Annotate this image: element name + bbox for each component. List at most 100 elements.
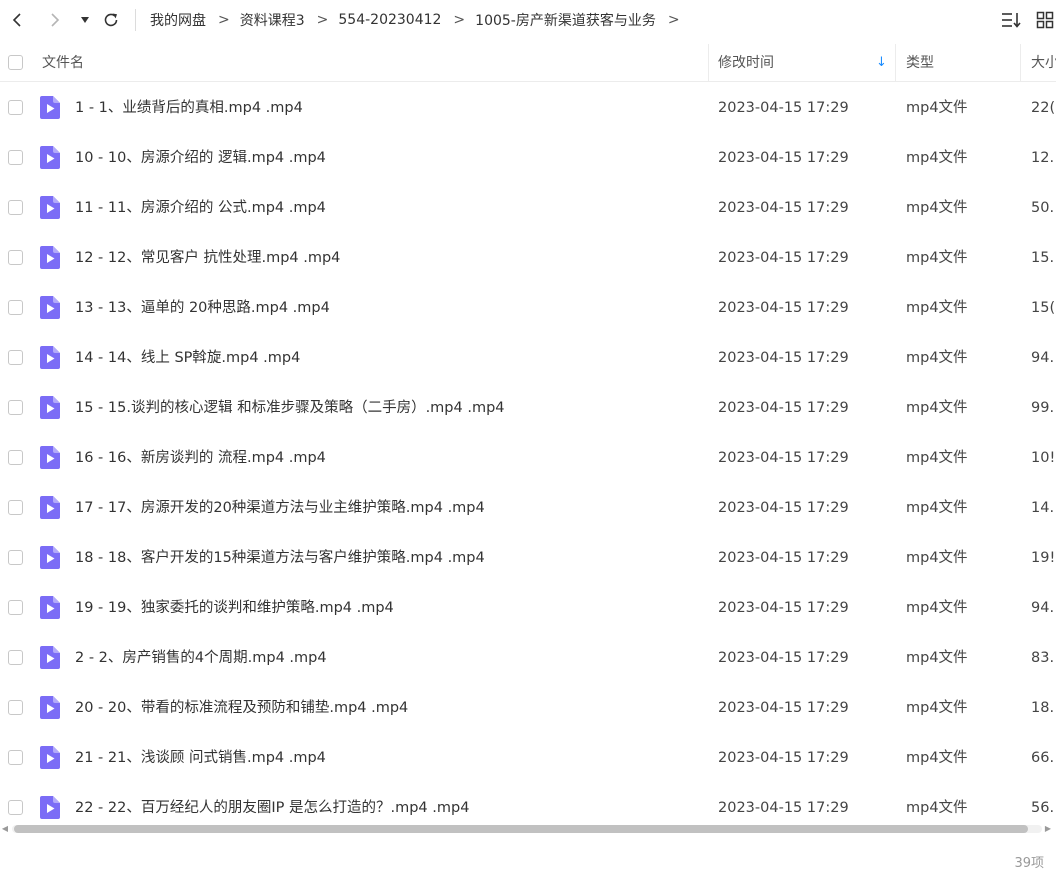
- file-type: mp4文件: [906, 650, 968, 666]
- table-row[interactable]: 11 - 11、房源介绍的 公式.mp4 .mp4 2023-04-15 17:2…: [0, 183, 1056, 233]
- file-modified-time: 2023-04-15 17:29: [718, 800, 849, 816]
- row-checkbox[interactable]: [8, 600, 23, 615]
- file-name[interactable]: 19 - 19、独家委托的谈判和维护策略.mp4 .mp4: [75, 583, 695, 633]
- table-row[interactable]: 14 - 14、线上 SP斡旋.mp4 .mp4 2023-04-15 17:29…: [0, 333, 1056, 383]
- header-name[interactable]: 文件名: [42, 44, 84, 82]
- breadcrumb-item-batch[interactable]: 554-20230412: [338, 12, 441, 28]
- table-row[interactable]: 10 - 10、房源介绍的 逻辑.mp4 .mp4 2023-04-15 17:2…: [0, 133, 1056, 183]
- file-name[interactable]: 15 - 15.谈判的核心逻辑 和标准步骤及策略（二手房）.mp4 .mp4: [75, 383, 695, 433]
- file-name[interactable]: 2 - 2、房产销售的4个周期.mp4 .mp4: [75, 633, 695, 683]
- breadcrumb: 我的网盘 > 资料课程3 > 554-20230412 > 1005-房产新渠道…: [150, 0, 690, 40]
- breadcrumb-item-root[interactable]: 我的网盘: [150, 10, 206, 30]
- back-button[interactable]: [5, 8, 29, 32]
- file-modified-time: 2023-04-15 17:29: [718, 200, 849, 216]
- file-type: mp4文件: [906, 400, 968, 416]
- file-type: mp4文件: [906, 700, 968, 716]
- file-type: mp4文件: [906, 500, 968, 516]
- grid-view-button[interactable]: [1034, 9, 1056, 31]
- scroll-right-arrow-icon[interactable]: ▶: [1044, 824, 1052, 834]
- file-name[interactable]: 21 - 21、浅谈顾 问式销售.mp4 .mp4: [75, 733, 695, 783]
- breadcrumb-item-current[interactable]: 1005-房产新渠道获客与业务: [475, 10, 656, 30]
- table-row[interactable]: 13 - 13、逼单的 20种思路.mp4 .mp4 2023-04-15 17:…: [0, 283, 1056, 333]
- forward-button[interactable]: [43, 8, 67, 32]
- table-row[interactable]: 2 - 2、房产销售的4个周期.mp4 .mp4 2023-04-15 17:29…: [0, 633, 1056, 683]
- scrollbar-thumb[interactable]: [14, 825, 1028, 833]
- item-count: 39项: [1014, 856, 1044, 871]
- file-name[interactable]: 10 - 10、房源介绍的 逻辑.mp4 .mp4: [75, 133, 695, 183]
- scroll-left-arrow-icon[interactable]: ◀: [1, 824, 9, 834]
- sort-list-icon: [1002, 13, 1021, 28]
- video-file-icon: [40, 296, 60, 319]
- table-row[interactable]: 1 - 1、业绩背后的真相.mp4 .mp4 2023-04-15 17:29 mp…: [0, 83, 1056, 133]
- row-checkbox[interactable]: [8, 700, 23, 715]
- chevron-left-icon: [12, 13, 21, 27]
- file-modified-time: 2023-04-15 17:29: [718, 400, 849, 416]
- table-row[interactable]: 12 - 12、常见客户 抗性处理.mp4 .mp4 2023-04-15 17:…: [0, 233, 1056, 283]
- table-row[interactable]: 16 - 16、新房谈判的 流程.mp4 .mp4 2023-04-15 17:2…: [0, 433, 1056, 483]
- breadcrumb-item-course[interactable]: 资料课程3: [240, 10, 305, 30]
- sort-desc-arrow-icon: ↓: [876, 55, 887, 70]
- video-file-icon: [40, 696, 60, 719]
- row-checkbox[interactable]: [8, 500, 23, 515]
- column-divider[interactable]: [1020, 44, 1021, 82]
- file-name[interactable]: 16 - 16、新房谈判的 流程.mp4 .mp4: [75, 433, 695, 483]
- video-file-icon: [40, 196, 60, 219]
- table-row[interactable]: 17 - 17、房源开发的20种渠道方法与业主维护策略.mp4 .mp4 2023…: [0, 483, 1056, 533]
- column-divider[interactable]: [895, 44, 896, 82]
- sort-button[interactable]: [1000, 9, 1022, 31]
- file-type: mp4文件: [906, 450, 968, 466]
- header-size[interactable]: 大小: [1031, 44, 1056, 82]
- file-name[interactable]: 13 - 13、逼单的 20种思路.mp4 .mp4: [75, 283, 695, 333]
- file-modified-time: 2023-04-15 17:29: [718, 550, 849, 566]
- header-modified[interactable]: 修改时间: [718, 44, 774, 82]
- video-file-icon: [40, 746, 60, 769]
- file-size: 10!: [1031, 450, 1056, 466]
- file-name[interactable]: 12 - 12、常见客户 抗性处理.mp4 .mp4: [75, 233, 695, 283]
- history-dropdown-button[interactable]: [73, 8, 97, 32]
- row-checkbox[interactable]: [8, 400, 23, 415]
- file-size: 15(: [1031, 300, 1056, 316]
- row-checkbox[interactable]: [8, 200, 23, 215]
- refresh-button[interactable]: [99, 8, 123, 32]
- table-row[interactable]: 21 - 21、浅谈顾 问式销售.mp4 .mp4 2023-04-15 17:2…: [0, 733, 1056, 783]
- refresh-icon: [104, 13, 118, 27]
- table-row[interactable]: 19 - 19、独家委托的谈判和维护策略.mp4 .mp4 2023-04-15 …: [0, 583, 1056, 633]
- file-name[interactable]: 1 - 1、业绩背后的真相.mp4 .mp4: [75, 83, 695, 133]
- row-checkbox[interactable]: [8, 450, 23, 465]
- file-size: 19!: [1031, 550, 1056, 566]
- row-checkbox[interactable]: [8, 150, 23, 165]
- table-row[interactable]: 18 - 18、客户开发的15种渠道方法与客户维护策略.mp4 .mp4 2023…: [0, 533, 1056, 583]
- row-checkbox[interactable]: [8, 100, 23, 115]
- horizontal-scrollbar[interactable]: ◀ ▶: [0, 822, 1056, 836]
- file-size: 66.: [1031, 750, 1055, 766]
- video-file-icon: [40, 146, 60, 169]
- header-type[interactable]: 类型: [906, 44, 934, 82]
- row-checkbox[interactable]: [8, 250, 23, 265]
- file-name[interactable]: 17 - 17、房源开发的20种渠道方法与业主维护策略.mp4 .mp4: [75, 483, 695, 533]
- table-row[interactable]: 20 - 20、带看的标准流程及预防和铺垫.mp4 .mp4 2023-04-15…: [0, 683, 1056, 733]
- file-name[interactable]: 20 - 20、带看的标准流程及预防和铺垫.mp4 .mp4: [75, 683, 695, 733]
- file-type: mp4文件: [906, 200, 968, 216]
- row-checkbox[interactable]: [8, 300, 23, 315]
- file-type: mp4文件: [906, 100, 968, 116]
- table-row[interactable]: 22 - 22、百万经纪人的朋友圈IP 是怎么打造的？.mp4 .mp4 2023…: [0, 783, 1056, 823]
- row-checkbox[interactable]: [8, 350, 23, 365]
- row-checkbox[interactable]: [8, 750, 23, 765]
- row-checkbox[interactable]: [8, 550, 23, 565]
- file-name[interactable]: 22 - 22、百万经纪人的朋友圈IP 是怎么打造的？.mp4 .mp4: [75, 783, 695, 823]
- file-size: 56.: [1031, 800, 1055, 816]
- row-checkbox[interactable]: [8, 650, 23, 665]
- select-all-checkbox[interactable]: [8, 55, 23, 70]
- table-row[interactable]: 15 - 15.谈判的核心逻辑 和标准步骤及策略（二手房）.mp4 .mp4 20…: [0, 383, 1056, 433]
- file-type: mp4文件: [906, 600, 968, 616]
- file-modified-time: 2023-04-15 17:29: [718, 500, 849, 516]
- breadcrumb-separator: >: [218, 12, 230, 28]
- file-modified-time: 2023-04-15 17:29: [718, 150, 849, 166]
- file-name[interactable]: 14 - 14、线上 SP斡旋.mp4 .mp4: [75, 333, 695, 383]
- column-divider[interactable]: [708, 44, 709, 82]
- file-name[interactable]: 11 - 11、房源介绍的 公式.mp4 .mp4: [75, 183, 695, 233]
- file-name[interactable]: 18 - 18、客户开发的15种渠道方法与客户维护策略.mp4 .mp4: [75, 533, 695, 583]
- file-modified-time: 2023-04-15 17:29: [718, 750, 849, 766]
- video-file-icon: [40, 546, 60, 569]
- row-checkbox[interactable]: [8, 800, 23, 815]
